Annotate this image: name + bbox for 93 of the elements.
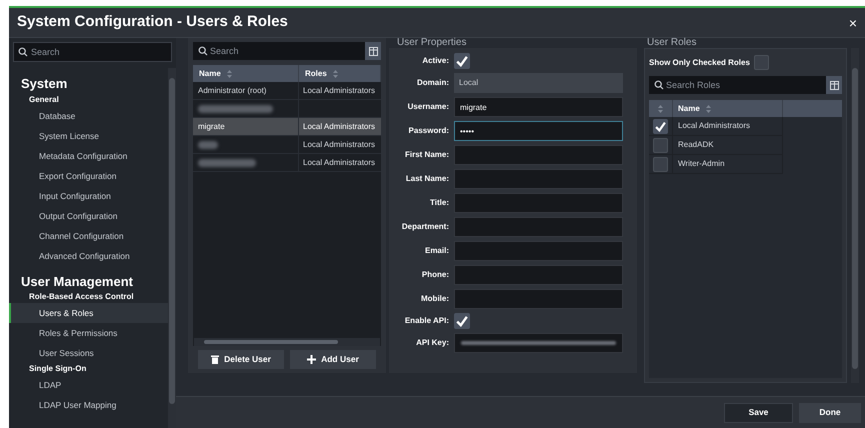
input-field[interactable] [454,333,623,353]
field-label: Active: [421,55,449,67]
input-field[interactable] [454,169,623,189]
field-label: Username: [406,101,449,113]
input-field[interactable] [454,265,623,285]
table-row[interactable]: Local Administrators [193,154,381,172]
input-field[interactable]: Local [454,73,623,93]
column-picker-button[interactable] [826,76,842,94]
input-field[interactable] [454,193,623,213]
field-label: Department: [400,221,449,233]
sidebar-item[interactable]: Metadata Configuration [9,146,168,166]
table-cell: Local Administrators [303,84,376,96]
column-picker-button[interactable] [365,42,381,60]
search-field[interactable]: Search [13,42,172,62]
group-heading: Role-Based Access Control [28,291,135,303]
panel-title: User Roles [646,38,698,48]
checkbox[interactable] [454,313,470,329]
scrollbar[interactable] [168,68,176,428]
table-cell: Administrator (root) [198,84,266,96]
checkbox[interactable] [754,55,769,70]
field-label: Password: [408,125,449,137]
checkbox[interactable] [653,138,668,152]
sidebar-item[interactable]: LDAP User Mapping [9,395,168,415]
field-label: API Key: [415,337,449,349]
field-label: First Name: [404,149,449,161]
table-cell: Local Administrators [303,156,376,168]
table-row[interactable]: Administrator (root) Local Administrators [193,82,381,100]
sidebar-item[interactable]: Users & Roles [9,303,168,323]
sidebar-item[interactable]: System License [9,126,168,146]
input-field[interactable] [454,217,623,237]
panel-title: User Properties [396,38,468,48]
scrollbar[interactable] [194,338,380,346]
sidebar-item[interactable]: LDAP [9,375,168,395]
table-cell: migrate [198,120,225,132]
sidebar-item[interactable]: User Sessions [9,343,168,363]
redacted-text [198,140,218,148]
table-cell: Local Administrators [303,120,376,132]
field-label: Phone: [420,269,449,281]
input-field[interactable]: migrate [454,97,623,117]
sort-icon [706,104,711,112]
table-cell: ReadADK [678,139,714,151]
checkbox[interactable] [454,53,470,69]
sidebar-item[interactable]: Roles & Permissions [9,323,168,343]
field-label: Email: [424,245,449,257]
table-row[interactable]: Local Administrators [193,136,381,154]
search-icon [18,47,28,57]
field-label: Mobile: [420,293,449,305]
add-button[interactable]: Add User [290,350,376,369]
input-field[interactable]: ••••• [454,121,623,141]
close-button[interactable]: × [848,16,857,30]
done-button[interactable]: Done [799,402,861,422]
field-label: Title: [429,197,449,209]
sort-icon [226,70,232,78]
columns-icon [830,80,838,90]
sort-icon [332,70,338,78]
sidebar-item[interactable]: Export Configuration [9,166,168,186]
save-button[interactable]: Save [724,402,793,422]
column-header[interactable]: Roles [299,65,381,82]
section-heading: System [20,75,68,93]
input-field[interactable] [454,241,623,261]
column-header[interactable]: Name [193,65,299,82]
checkbox-label: Show Only Checked Roles [649,56,750,68]
sidebar-item[interactable]: Channel Configuration [9,226,168,246]
search-icon [198,46,208,56]
section-heading: User Management [20,272,134,291]
trash-icon [211,355,220,364]
search-field[interactable]: Search Roles [649,76,826,94]
redacted-text [198,158,256,166]
sort-icon [658,104,663,112]
field-label: Enable API: [404,315,449,327]
scrollbar[interactable] [851,48,859,383]
delete-button[interactable]: Delete User [198,350,284,369]
plus-icon [307,355,316,364]
columns-icon [368,46,378,56]
input-field[interactable] [454,289,623,309]
field-label: Domain: [416,77,449,89]
table-row[interactable]: migrate Local Administrators [193,118,381,136]
search-field[interactable]: Search [193,42,365,60]
sidebar-item[interactable]: Database [9,106,168,126]
checkbox[interactable] [653,118,668,134]
field-label: Last Name: [404,173,449,185]
sidebar-item[interactable]: Input Configuration [9,186,168,206]
table-cell: Writer-Admin [678,158,725,170]
table-cell: Local Administrators [303,138,376,150]
table-cell: Local Administrators [678,120,750,132]
sidebar-item[interactable]: Output Configuration [9,206,168,226]
input-field[interactable] [454,145,623,165]
window-title: System Configuration - Users & Roles [17,12,288,32]
search-icon [654,80,664,90]
sidebar-item[interactable]: Advanced Configuration [9,246,168,266]
group-heading: General [28,94,60,106]
checkbox[interactable] [653,156,668,172]
group-heading: Single Sign-On [28,363,88,375]
